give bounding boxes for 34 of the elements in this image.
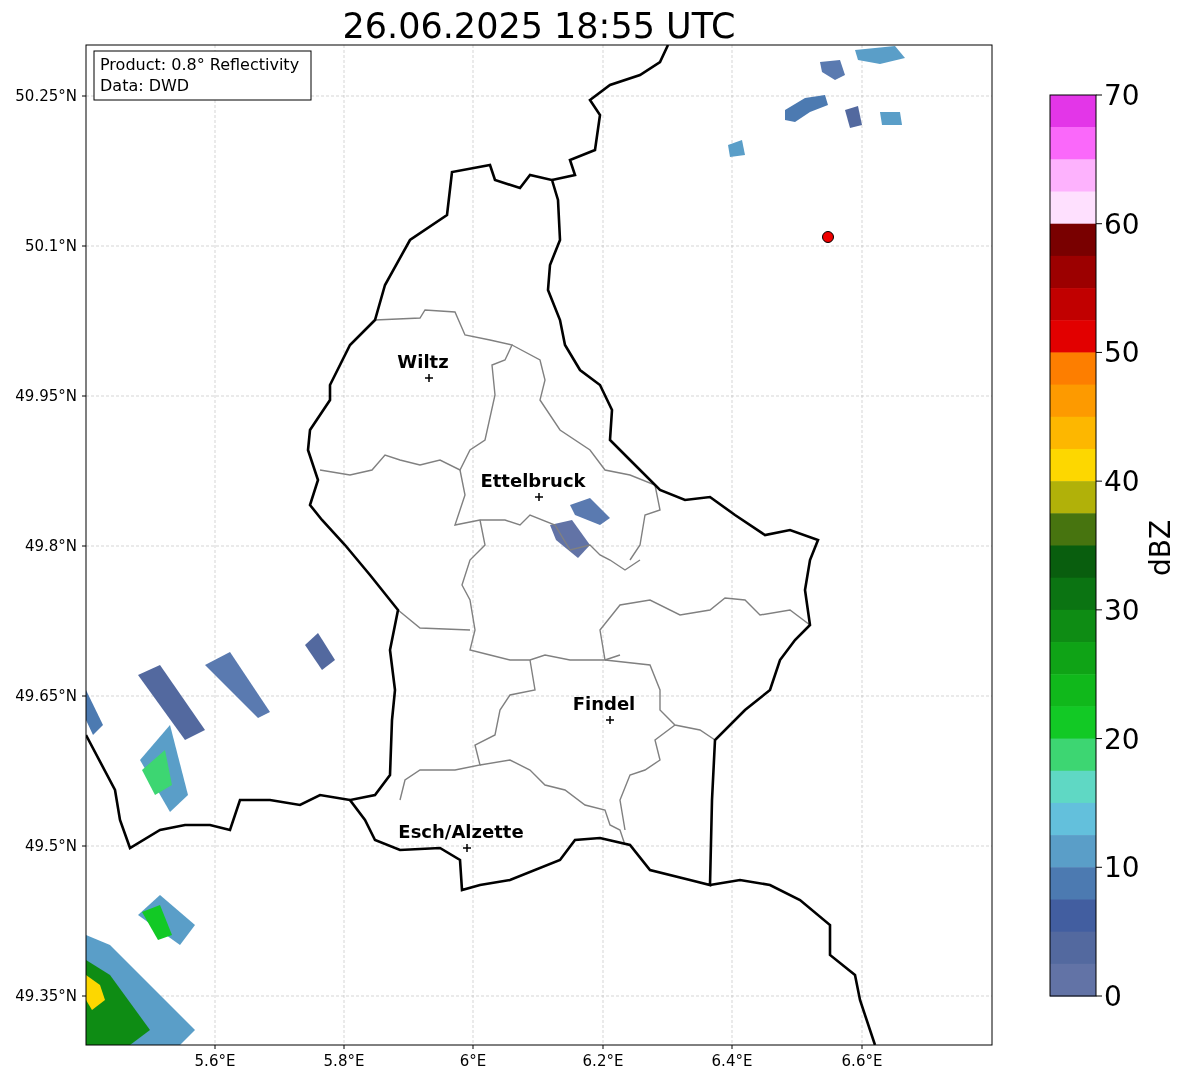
colorbar-tick-label: 0 bbox=[1104, 980, 1122, 1013]
longitude-label: 5.8°E bbox=[323, 1052, 365, 1070]
latitude-label: 49.95°N bbox=[15, 387, 77, 405]
colorbar-tick-label: 60 bbox=[1104, 207, 1140, 241]
latitude-label: 49.65°N bbox=[15, 687, 77, 705]
colorbar-tick-label: 20 bbox=[1104, 722, 1140, 756]
city-label: Esch/Alzette bbox=[398, 821, 524, 842]
colorbar-tick-label: 50 bbox=[1104, 336, 1140, 370]
latitude-label: 49.35°N bbox=[15, 987, 77, 1005]
longitude-label: 6.4°E bbox=[711, 1052, 753, 1070]
city-marker-icon bbox=[534, 492, 544, 502]
city-marker-icon bbox=[462, 843, 472, 853]
latitude-label: 49.5°N bbox=[24, 837, 77, 855]
colorbar-tick-label: 30 bbox=[1104, 593, 1140, 627]
colorbar-label: dBZ bbox=[1144, 519, 1177, 577]
plot-title: 26.06.2025 18:55 UTC bbox=[342, 6, 736, 46]
colorbar-tick-label: 40 bbox=[1104, 465, 1140, 499]
longitude-label: 6.6°E bbox=[841, 1052, 883, 1070]
colorbar-tick-label: 70 bbox=[1104, 79, 1140, 112]
city-marker-icon bbox=[605, 715, 615, 725]
colorbar-tick-label: 10 bbox=[1104, 851, 1140, 885]
longitude-label: 6.2°E bbox=[582, 1052, 624, 1070]
latitude-label: 50.25°N bbox=[15, 87, 77, 105]
city-label: Findel bbox=[572, 693, 636, 714]
longitude-label: 5.6°E bbox=[194, 1052, 236, 1070]
info-text: Product: 0.8° Reflectivity bbox=[100, 55, 300, 74]
info-text: Data: DWD bbox=[100, 76, 190, 95]
city-label: Ettelbruck bbox=[480, 470, 586, 491]
latitude-label: 50.1°N bbox=[24, 237, 77, 255]
longitude-label: 6°E bbox=[459, 1052, 487, 1070]
city-marker-icon bbox=[424, 373, 434, 383]
latitude-label: 49.8°N bbox=[24, 537, 77, 555]
station-dot bbox=[822, 231, 834, 243]
city-label: Wiltz bbox=[397, 351, 449, 372]
